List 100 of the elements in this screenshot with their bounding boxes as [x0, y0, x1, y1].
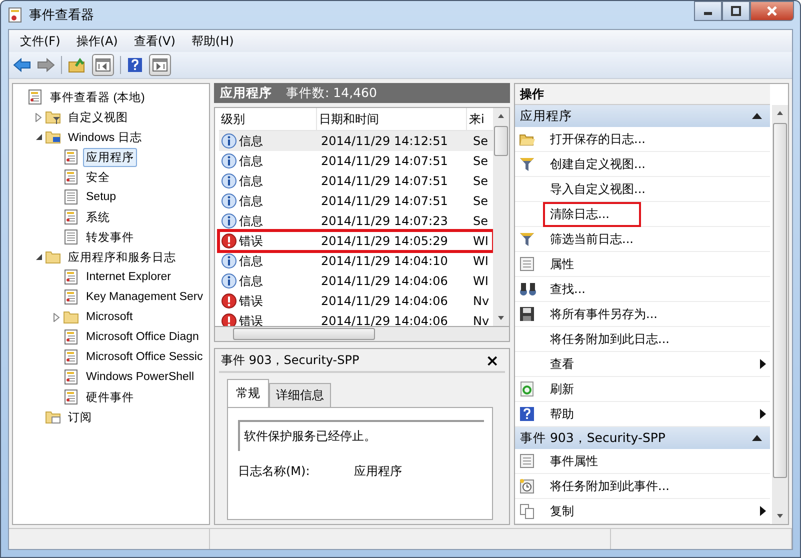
column-header[interactable]: 级别 [219, 108, 317, 130]
section-header[interactable]: 事件 903，Security-SPP [515, 427, 770, 449]
vertical-scrollbar[interactable] [772, 105, 788, 524]
collapse-arrow-icon[interactable] [35, 133, 43, 141]
log-name: 应用程序 [220, 84, 272, 102]
error-icon [221, 293, 237, 309]
folder-subscription-icon [45, 409, 61, 425]
log-icon [63, 169, 79, 185]
tree-item[interactable]: 事件查看器 (本地) [47, 88, 148, 106]
column-header[interactable]: 来i [467, 108, 491, 130]
save-icon [519, 306, 535, 322]
action-item[interactable]: 事件属性 [515, 449, 770, 474]
tree-item[interactable]: Internet Explorer [83, 269, 174, 285]
event-row[interactable]: 信息 2014/11/29 14:07:23 Se [219, 211, 493, 231]
close-icon [766, 6, 778, 16]
refresh-icon [519, 381, 535, 397]
action-item[interactable]: 将任务附加到此事件... [515, 474, 770, 499]
column-header[interactable]: 日期和时间 [317, 108, 467, 130]
info-icon [221, 193, 237, 209]
event-row[interactable]: 信息 2014/11/29 14:07:51 Se [219, 171, 493, 191]
tree-item[interactable]: 硬件事件 [83, 388, 137, 406]
log-icon [63, 369, 79, 385]
action-item[interactable]: 将任务附加到此日志... [515, 327, 770, 352]
event-row[interactable]: 信息 2014/11/29 14:12:51 Se [219, 131, 493, 151]
action-item[interactable]: 打开保存的日志... [515, 127, 770, 152]
event-row[interactable]: 错误 2014/11/29 14:04:06 Nv [219, 311, 493, 326]
tab[interactable]: 详细信息 [269, 383, 331, 407]
maximize-icon [731, 6, 741, 16]
scroll-thumb[interactable] [494, 126, 508, 156]
tree-item[interactable]: Microsoft Office Diagn [83, 329, 202, 345]
scroll-thumb[interactable] [233, 328, 375, 340]
tree-item[interactable]: 自定义视图 [65, 108, 131, 126]
tree-item[interactable]: 转发事件 [83, 228, 137, 246]
up-folder-icon[interactable] [68, 57, 86, 73]
log-icon [63, 269, 79, 285]
collapse-arrow-icon[interactable] [35, 253, 43, 261]
event-title: 事件 903，Security-SPP [221, 352, 360, 368]
collapse-icon[interactable] [752, 113, 762, 119]
action-item[interactable]: 复制 [515, 499, 770, 524]
show-hide-action-pane-button[interactable] [149, 54, 171, 76]
event-count: 事件数: 14,460 [286, 84, 377, 102]
action-item[interactable]: 导入自定义视图... [515, 177, 770, 202]
action-item[interactable]: 将所有事件另存为... [515, 302, 770, 327]
info-icon [221, 213, 237, 229]
back-icon[interactable] [13, 57, 31, 73]
tree-item[interactable]: 系统 [83, 208, 113, 226]
tree-item[interactable]: 应用程序 [83, 148, 137, 166]
close-button[interactable] [750, 1, 794, 21]
menu-item[interactable]: 操作(A) [69, 30, 125, 52]
filter-icon [519, 156, 535, 172]
tree-item[interactable]: 安全 [83, 168, 113, 186]
event-viewer-icon [7, 7, 23, 23]
tree-item[interactable]: Windows PowerShell [83, 369, 198, 385]
event-row[interactable]: 信息 2014/11/29 14:07:51 Se [219, 151, 493, 171]
log-icon [63, 289, 79, 305]
maximize-button[interactable] [722, 1, 750, 21]
expand-arrow-icon[interactable] [35, 112, 43, 122]
tree-item[interactable]: Microsoft Office Sessic [83, 349, 206, 365]
forward-icon[interactable] [37, 57, 55, 73]
scroll-thumb[interactable] [773, 123, 787, 478]
event-row[interactable]: 错误 2014/11/29 14:05:29 WI [219, 231, 493, 251]
tree-item[interactable]: Setup [83, 189, 120, 205]
help-icon[interactable] [127, 57, 143, 73]
tree-item[interactable]: Windows 日志 [65, 128, 145, 146]
menu-item[interactable]: 帮助(H) [184, 30, 241, 52]
action-item[interactable]: 筛选当前日志... [515, 227, 770, 252]
action-item[interactable]: 查找... [515, 277, 770, 302]
info-icon [221, 153, 237, 169]
show-hide-tree-button[interactable] [92, 54, 114, 76]
tree-item[interactable]: 应用程序和服务日志 [65, 248, 179, 266]
event-row[interactable]: 信息 2014/11/29 14:07:51 Se [219, 191, 493, 211]
event-row[interactable]: 信息 2014/11/29 14:04:10 WI [219, 251, 493, 271]
log-icon [63, 209, 79, 225]
tab[interactable]: 常规 [227, 379, 269, 407]
help-icon [519, 406, 535, 422]
tree-item[interactable]: 订阅 [65, 408, 95, 426]
folder-filter-icon [45, 109, 61, 125]
collapse-icon[interactable] [752, 435, 762, 441]
event-row[interactable]: 错误 2014/11/29 14:04:06 Nv [219, 291, 493, 311]
close-button[interactable]: × [486, 350, 499, 370]
field-label: 日志名称(M): [238, 463, 310, 480]
action-item[interactable]: 刷新 [515, 377, 770, 402]
tree-item[interactable]: Microsoft [83, 309, 136, 325]
event-row[interactable]: 信息 2014/11/29 14:04:06 WI [219, 271, 493, 291]
action-item[interactable]: 创建自定义视图... [515, 152, 770, 177]
folder-icon [45, 249, 61, 265]
filter-icon [519, 231, 535, 247]
section-header[interactable]: 应用程序 [515, 105, 770, 127]
vertical-scrollbar[interactable] [493, 108, 509, 326]
minimize-button[interactable] [694, 1, 722, 21]
tree-item[interactable]: Key Management Serv [83, 289, 206, 305]
action-item[interactable]: 清除日志... [515, 202, 770, 227]
action-item[interactable]: 查看 [515, 352, 770, 377]
log-icon [63, 329, 79, 345]
expand-arrow-icon[interactable] [53, 312, 61, 322]
menu-item[interactable]: 文件(F) [13, 30, 68, 52]
menu-item[interactable]: 查看(V) [126, 30, 182, 52]
info-icon [221, 253, 237, 269]
horizontal-scrollbar[interactable] [214, 327, 510, 342]
action-item[interactable]: 属性 [515, 252, 770, 277]
